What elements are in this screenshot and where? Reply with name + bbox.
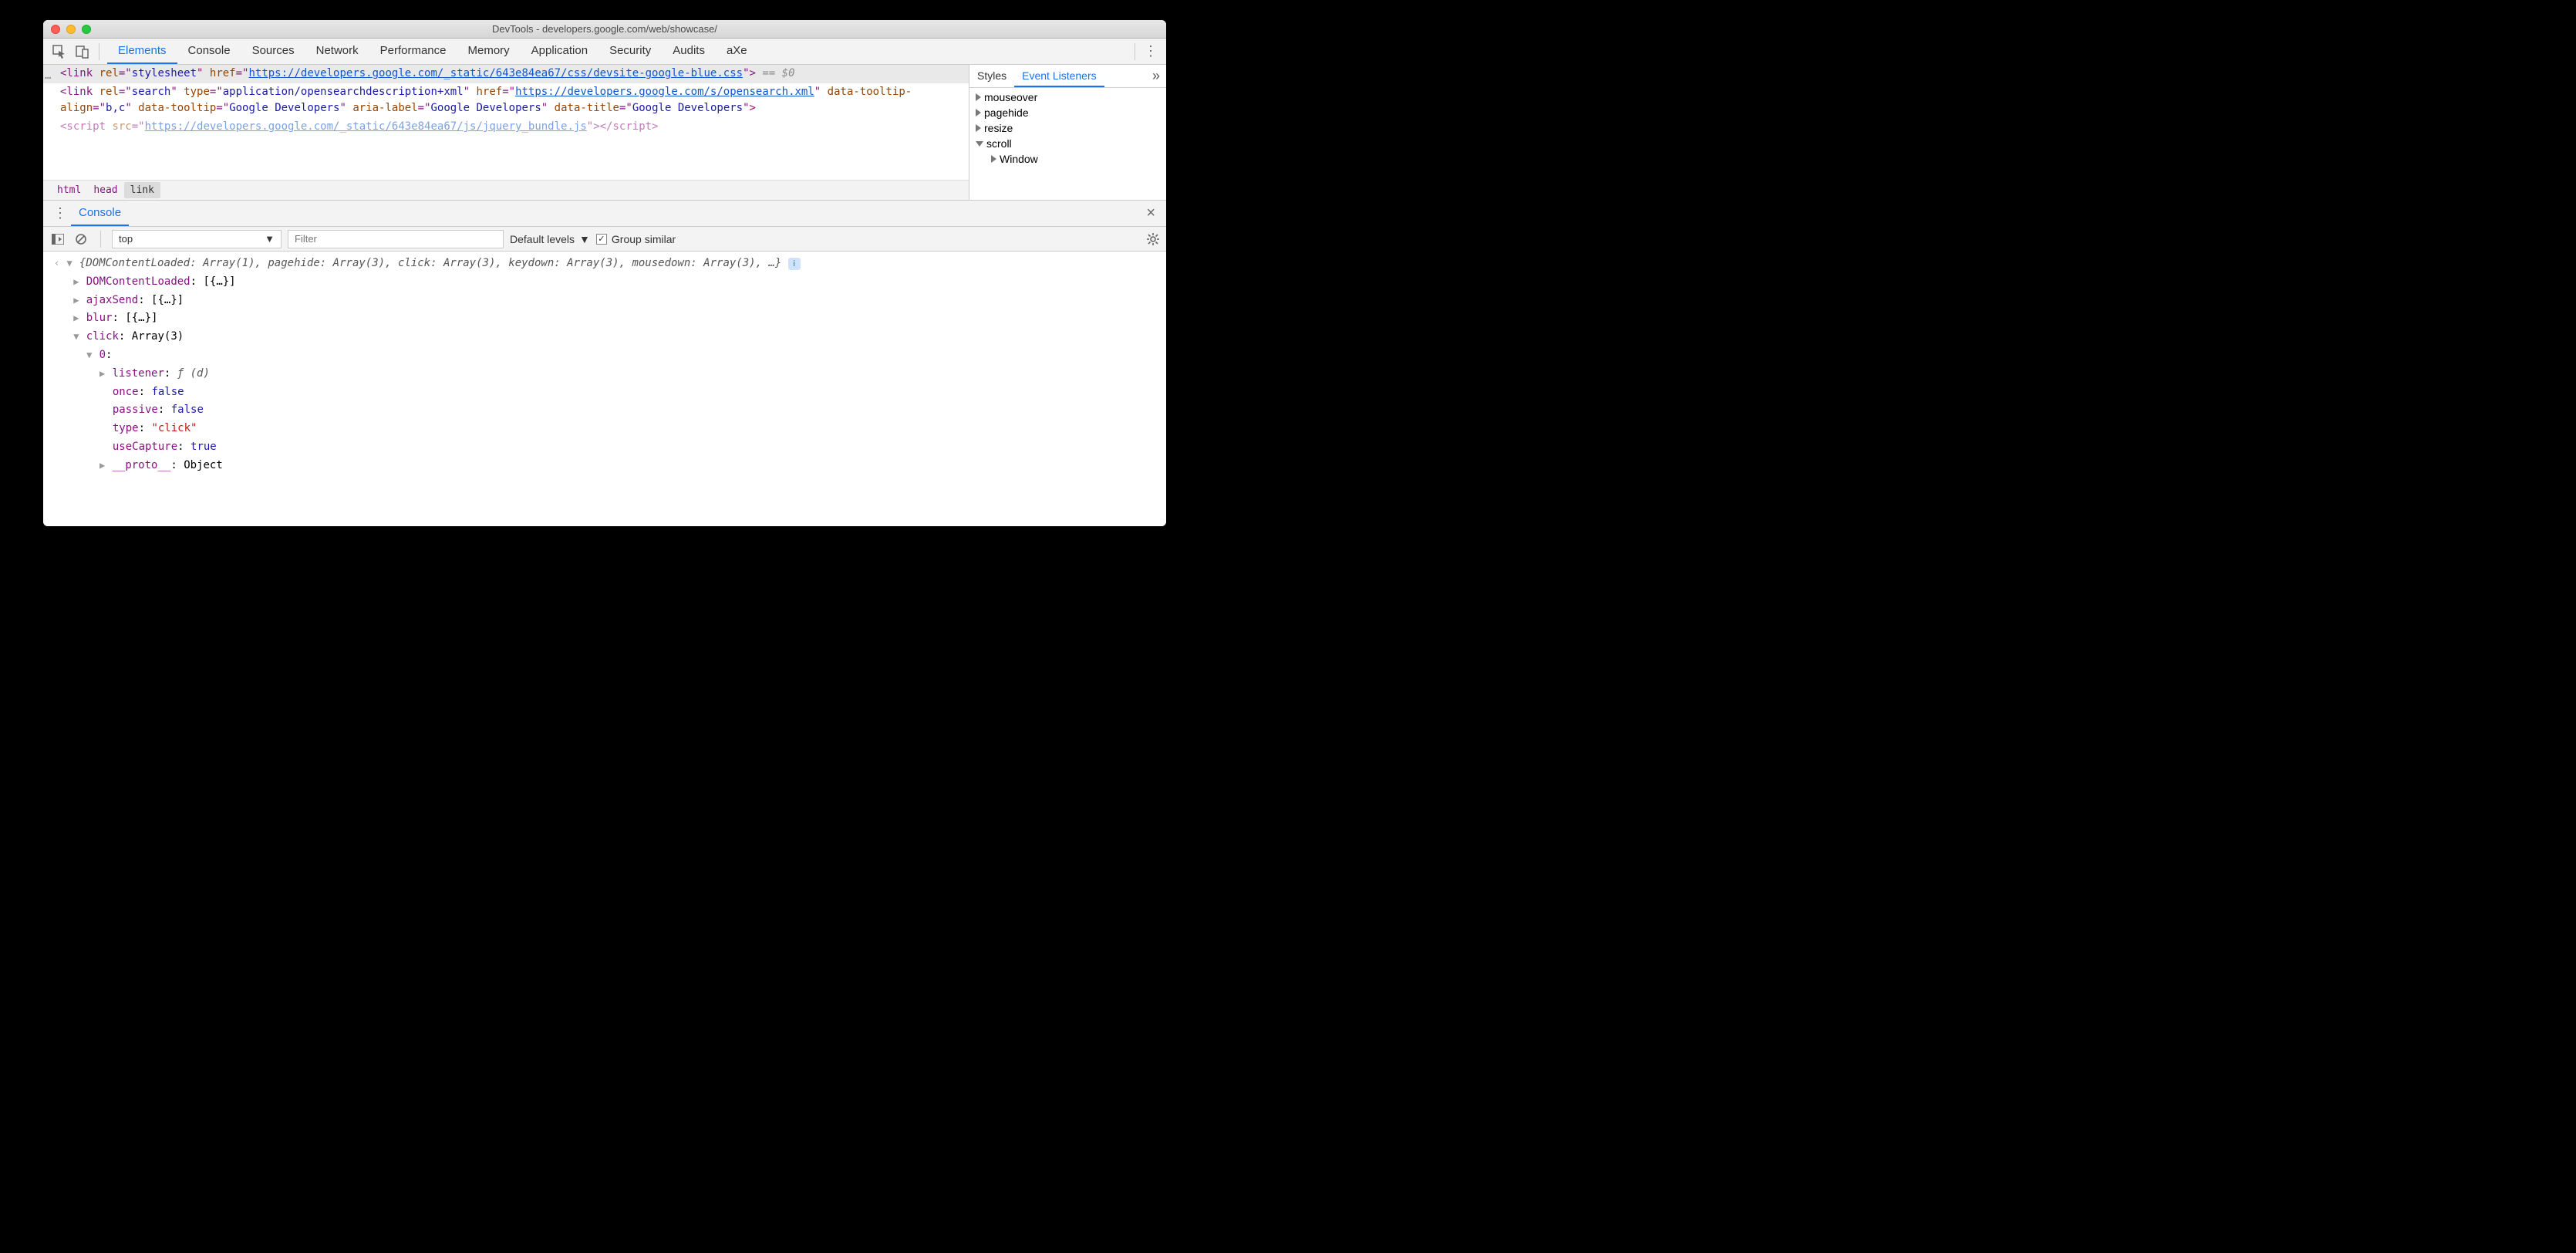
tab-audits[interactable]: Audits <box>662 39 716 64</box>
console-row[interactable]: useCapture: true <box>54 438 1160 457</box>
log-levels-dropdown[interactable]: Default levels ▼ <box>510 233 590 245</box>
tab-performance[interactable]: Performance <box>369 39 457 64</box>
console-object-summary[interactable]: ‹ ▼ {DOMContentLoaded: Array(1), pagehid… <box>54 255 1160 273</box>
execution-context-dropdown[interactable]: top ▼ <box>112 230 282 248</box>
drawer-tabbar: ⋮ Console × <box>43 201 1166 227</box>
window-title: DevTools - developers.google.com/web/sho… <box>43 23 1166 35</box>
sidebar-more-icon[interactable]: » <box>1146 65 1166 87</box>
console-row[interactable]: ▼ click: Array(3) <box>54 328 1160 346</box>
dom-tree[interactable]: … <link rel="stylesheet" href="https://d… <box>43 65 969 180</box>
breadcrumb-head[interactable]: head <box>87 182 123 198</box>
dom-node-selected[interactable]: … <link rel="stylesheet" href="https://d… <box>43 65 969 83</box>
event-pagehide[interactable]: pagehide <box>969 105 1166 120</box>
event-scroll-window[interactable]: Window <box>969 151 1166 167</box>
breadcrumb: html head link <box>43 180 969 200</box>
tab-sources[interactable]: Sources <box>241 39 305 64</box>
console-row[interactable]: once: false <box>54 383 1160 402</box>
elements-row: … <link rel="stylesheet" href="https://d… <box>43 65 1166 201</box>
console-row[interactable]: ▶ listener: ƒ (d) <box>54 365 1160 383</box>
disclosure-right-icon <box>976 109 981 117</box>
event-resize[interactable]: resize <box>969 120 1166 136</box>
divider <box>100 231 101 248</box>
tab-application[interactable]: Application <box>521 39 598 64</box>
dom-node[interactable]: <script src="https://developers.google.c… <box>43 118 969 137</box>
tab-network[interactable]: Network <box>305 39 369 64</box>
dom-node[interactable]: <link rel="search" type="application/ope… <box>43 83 969 118</box>
disclosure-down-icon <box>976 141 983 147</box>
main-tabbar: Elements Console Sources Network Perform… <box>43 39 1166 65</box>
sidebar-tab-event-listeners[interactable]: Event Listeners <box>1014 65 1104 87</box>
main-tabs: Elements Console Sources Network Perform… <box>107 39 758 64</box>
event-listeners-list: mouseover pagehide resize scroll Window <box>969 88 1166 200</box>
disclosure-right-icon <box>976 124 981 132</box>
drawer-tab-console[interactable]: Console <box>71 201 129 226</box>
console-row[interactable]: ▶ blur: [{…}] <box>54 309 1160 328</box>
chevron-down-icon: ▼ <box>265 233 275 245</box>
levels-label: Default levels <box>510 233 575 245</box>
group-similar-checkbox[interactable]: ✓ Group similar <box>596 233 676 245</box>
inspect-element-icon[interactable] <box>48 39 71 65</box>
console-row[interactable]: ▼ 0: <box>54 346 1160 365</box>
checkbox-icon: ✓ <box>596 234 607 245</box>
event-scroll[interactable]: scroll <box>969 136 1166 151</box>
elements-pane: … <link rel="stylesheet" href="https://d… <box>43 65 969 200</box>
tab-console[interactable]: Console <box>177 39 241 64</box>
console-filter-input[interactable] <box>288 230 504 248</box>
tab-elements[interactable]: Elements <box>107 39 177 64</box>
console-row[interactable]: type: "click" <box>54 420 1160 438</box>
more-options-icon[interactable]: ⋮ <box>1140 43 1162 59</box>
breadcrumb-html[interactable]: html <box>51 182 87 198</box>
device-mode-icon[interactable] <box>71 39 94 65</box>
window-titlebar: DevTools - developers.google.com/web/sho… <box>43 20 1166 39</box>
close-drawer-icon[interactable]: × <box>1141 204 1160 222</box>
breadcrumb-link[interactable]: link <box>124 182 160 198</box>
context-label: top <box>119 233 133 245</box>
console-settings-icon[interactable] <box>1146 232 1160 246</box>
console-row[interactable]: ▶ __proto__: Object <box>54 457 1160 475</box>
disclosure-right-icon <box>976 93 981 101</box>
tab-memory[interactable]: Memory <box>457 39 521 64</box>
drawer-menu-icon[interactable]: ⋮ <box>49 205 71 221</box>
elements-sidebar: Styles Event Listeners » mouseover pageh… <box>969 65 1166 200</box>
console-toolbar: top ▼ Default levels ▼ ✓ Group similar <box>43 227 1166 252</box>
expand-ellipsis-icon[interactable]: … <box>45 68 51 85</box>
group-similar-label: Group similar <box>612 233 676 245</box>
disclosure-right-icon <box>991 155 996 163</box>
tab-security[interactable]: Security <box>598 39 662 64</box>
info-badge-icon[interactable]: i <box>788 258 801 270</box>
console-output[interactable]: ‹ ▼ {DOMContentLoaded: Array(1), pagehid… <box>43 252 1166 526</box>
chevron-down-icon: ▼ <box>579 233 590 245</box>
console-row[interactable]: passive: false <box>54 401 1160 420</box>
console-row[interactable]: ▶ ajaxSend: [{…}] <box>54 292 1160 310</box>
tab-axe[interactable]: aXe <box>716 39 758 64</box>
event-mouseover[interactable]: mouseover <box>969 90 1166 105</box>
clear-console-icon[interactable] <box>72 231 89 248</box>
show-sidebar-icon[interactable] <box>49 231 66 248</box>
devtools-window: DevTools - developers.google.com/web/sho… <box>43 20 1166 526</box>
sidebar-tab-styles[interactable]: Styles <box>969 65 1014 87</box>
sidebar-tabs: Styles Event Listeners » <box>969 65 1166 88</box>
console-row[interactable]: ▶ DOMContentLoaded: [{…}] <box>54 273 1160 292</box>
